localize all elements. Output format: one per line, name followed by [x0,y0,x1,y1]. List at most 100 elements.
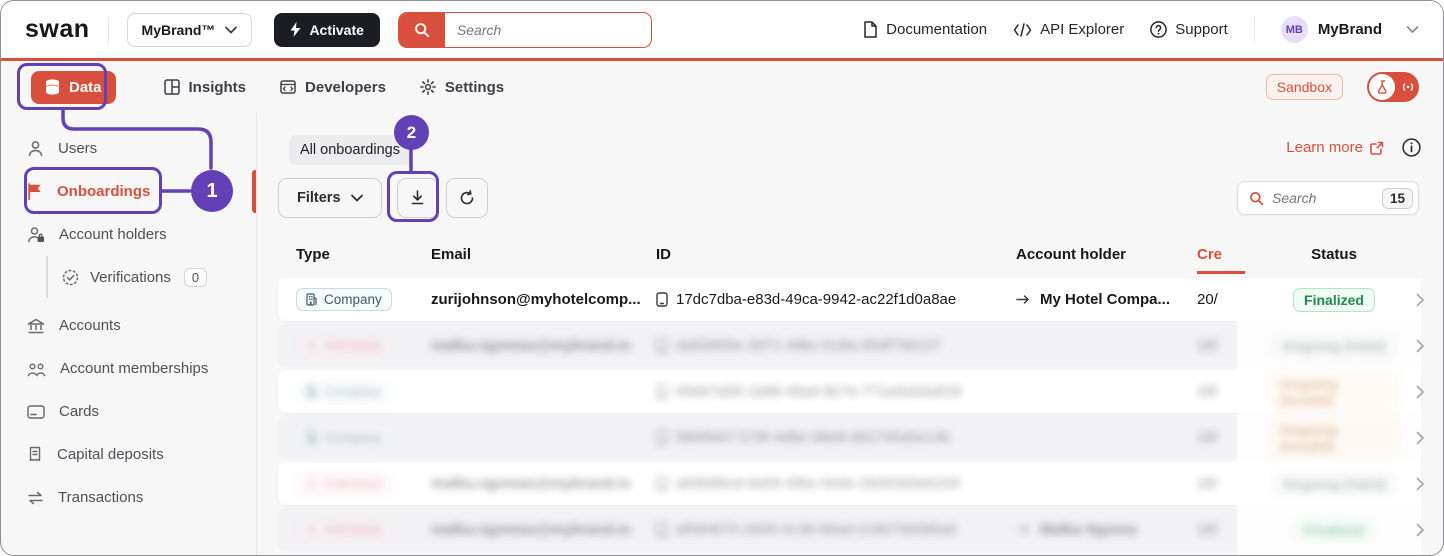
id-cell: fd69fe67-579f-4d8e-98e8-d62745a5e14b [656,429,1016,446]
memberships-icon [27,363,46,376]
id-cell: af584670-2649-4c38-86ad-2c8075b585a5 [656,521,1016,538]
documentation-label: Documentation [886,21,988,38]
created-cell: 18/ [1197,383,1218,400]
copy-icon[interactable] [656,476,668,491]
copy-icon[interactable] [656,430,668,445]
column-header-type: Type [296,246,330,263]
sidebar-item-account-memberships-label: Account memberships [60,360,209,377]
api-explorer-link[interactable]: API Explorer [1013,21,1124,38]
nav-tab-data[interactable]: Data [31,70,116,104]
type-badge: Company [296,380,392,403]
account-name: MyBrand [1317,21,1382,38]
search-count-badge: 15 [1381,187,1413,209]
table-rows: Company zurijohnson@myhotelcomp... 17dc7… [278,278,1424,551]
nav-tab-data-label: Data [69,78,102,96]
copy-icon[interactable] [656,338,668,353]
sidebar-item-users[interactable]: Users [1,127,256,170]
chevron-right-icon[interactable] [1416,477,1425,491]
user-icon [28,141,43,157]
sidebar-item-verifications[interactable]: Verifications 0 [48,258,256,296]
sidebar-item-capital-deposits-label: Capital deposits [57,446,164,463]
column-header-created[interactable]: Cre [1197,246,1269,263]
header-divider [107,16,109,43]
account-holder-value: My Hotel Compa... [1040,291,1171,308]
export-button[interactable] [396,178,439,218]
toolbar: Filters [278,178,488,218]
sidebar-item-account-holders[interactable]: Account holders [1,213,256,256]
person-icon [306,339,317,352]
activate-button[interactable]: Activate [274,12,380,47]
table-search-input[interactable] [1272,190,1374,206]
id-cell: ab5b88cd-da59-49bc-9e9c-2b063d3eb2d4 [656,475,1016,492]
learn-more-row: Learn more [1286,138,1421,157]
help-icon [1150,21,1168,38]
header-divider-2 [1253,16,1255,43]
account-menu[interactable]: MB MyBrand [1280,16,1419,43]
account-holder-cell: Malka Ngoma [1016,521,1197,538]
support-link[interactable]: Support [1150,21,1228,38]
avatar: MB [1280,16,1308,43]
status-badge: Ongoing (Valid) [1271,333,1397,358]
global-search-input[interactable] [444,12,651,47]
chevron-right-icon[interactable] [1416,339,1425,353]
created-cell: 18/ [1197,337,1218,354]
sidebar-item-capital-deposits[interactable]: Capital deposits [1,433,256,476]
nav-tab-insights[interactable]: Insights [163,79,246,96]
table-row[interactable]: Company fd69fe67-579f-4d8e-98e8-d62745a5… [278,416,1424,459]
capital-deposit-icon [29,446,41,462]
flask-icon [1369,74,1395,100]
global-search[interactable] [397,11,652,48]
chevron-right-icon[interactable] [1416,523,1425,537]
sidebar-item-accounts[interactable]: Accounts [1,304,256,347]
code-icon [1013,22,1032,37]
verification-icon [62,269,79,285]
id-value: 17dc7dba-e83d-49ca-9942-ac22f1d0a8ae [676,291,957,308]
table-row[interactable]: Individual malka.ngomas@mybrand.io af584… [278,508,1424,551]
nav-right: Sandbox [1265,72,1419,102]
table-row[interactable]: Individual malka.ngomas@mybrand.io da658… [278,324,1424,367]
type-badge: Individual [296,334,392,357]
table-row[interactable]: Individual malka.ngomas@mybrand.io ab5b8… [278,462,1424,505]
learn-more-link[interactable]: Learn more [1286,139,1384,156]
chevron-right-icon[interactable] [1416,385,1425,399]
primary-nav: Data Insights Developers Settings Sandbo… [1,61,1443,113]
type-label: Company [324,292,382,307]
table-row[interactable]: Company 05de7a55-1ddb-46a4-8c7e-771a3cb4… [278,370,1424,413]
status-badge: Finalized [1293,287,1375,312]
bank-icon [27,318,45,333]
type-label: Individual [324,338,382,353]
environment-toggle[interactable] [1367,72,1419,102]
sort-indicator [1197,271,1245,274]
project-selector[interactable]: MyBrand™ [126,12,253,47]
table-row[interactable]: Company zurijohnson@myhotelcomp... 17dc7… [278,278,1424,321]
annotation-step-1: 1 [191,170,233,212]
chevron-right-icon[interactable] [1416,293,1425,307]
sandbox-badge[interactable]: Sandbox [1265,74,1343,100]
copy-icon[interactable] [656,522,668,537]
copy-icon[interactable] [656,292,668,307]
type-label: Individual [324,522,382,537]
column-header-email: Email [431,246,472,263]
column-header-account-holder: Account holder [1016,246,1127,263]
copy-icon[interactable] [656,384,668,399]
building-icon [306,431,317,444]
sidebar-item-cards[interactable]: Cards [1,390,256,433]
id-value: af584670-2649-4c38-86ad-2c8075b585a5 [676,521,958,538]
support-label: Support [1175,21,1228,38]
refresh-button[interactable] [445,178,488,218]
database-icon [46,79,59,95]
chevron-right-icon[interactable] [1416,431,1425,445]
live-signal-icon [1402,83,1414,91]
filters-button[interactable]: Filters [278,178,382,218]
info-icon[interactable] [1402,138,1421,157]
sidebar-item-transactions[interactable]: Transactions [1,476,256,519]
learn-more-label: Learn more [1286,139,1363,156]
sidebar-item-account-memberships[interactable]: Account memberships [1,347,256,390]
nav-tab-settings[interactable]: Settings [419,79,504,96]
sidebar-item-transactions-label: Transactions [58,489,144,506]
nav-tab-developers[interactable]: Developers [280,79,386,96]
documentation-link[interactable]: Documentation [863,21,987,38]
table-search[interactable]: 15 [1237,181,1419,215]
type-label: Company [324,384,382,399]
tab-all-onboardings[interactable]: All onboardings [289,135,411,165]
